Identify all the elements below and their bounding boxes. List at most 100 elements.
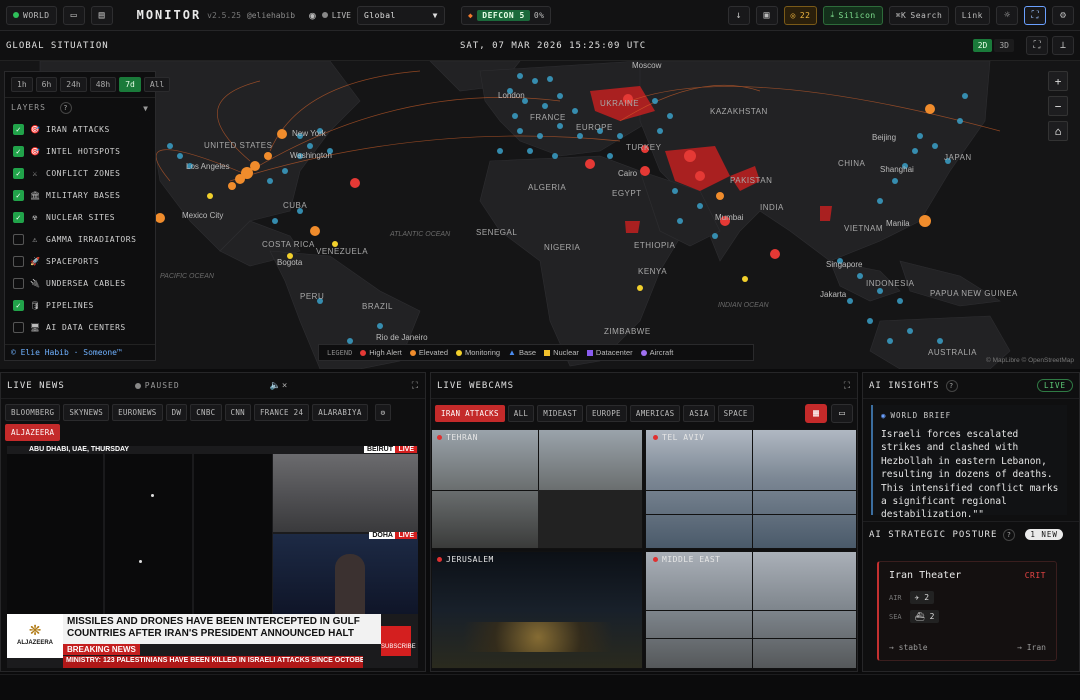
alerts-badge[interactable]: ◎ 22 xyxy=(783,5,818,25)
label-vietnam: VIETNAM xyxy=(844,224,884,233)
channel-tab-skynews[interactable]: SKYNEWS xyxy=(63,404,110,421)
help-icon[interactable]: ? xyxy=(1003,528,1016,541)
label-venezuela: VENEZUELA xyxy=(316,247,369,256)
monitor-icon[interactable]: ▭ xyxy=(62,5,85,25)
defcon-indicator[interactable]: ◆ DEFCON 5 0% xyxy=(460,5,552,25)
layer-toggle-conflict-zones[interactable]: ✓ ⚔ CONFLICT ZONES xyxy=(5,162,155,184)
timeframe-all[interactable]: All xyxy=(143,77,171,92)
chat-icon[interactable]: ▣ xyxy=(755,5,778,25)
timeframe-1h[interactable]: 1h xyxy=(11,77,33,92)
expand-icon[interactable]: ⛶ xyxy=(1026,36,1048,55)
layer-toggle-intel-hotspots[interactable]: ✓ 🎯 INTEL HOTSPOTS xyxy=(5,140,155,162)
webcam-jerusalem[interactable] xyxy=(431,551,643,669)
pin-icon[interactable]: ⊥ xyxy=(1052,36,1074,55)
webcam-filter-all[interactable]: ALL xyxy=(507,405,535,422)
checkbox-icon[interactable] xyxy=(13,321,24,333)
checkbox-icon[interactable]: ✓ xyxy=(13,167,24,179)
top-bar: WORLD ▭ ▤ MONITOR v2.5.25 @eliehabib ◉ L… xyxy=(0,0,1080,31)
layer-toggle-ai-data-centers[interactable]: 🖥 AI DATA CENTERS xyxy=(5,316,155,338)
webcam-tehran[interactable] xyxy=(431,429,643,549)
checkbox-icon[interactable] xyxy=(13,277,24,289)
layer-toggle-gamma-irradiators[interactable]: ⚠ GAMMA IRRADIATORS xyxy=(5,228,155,250)
checkbox-icon[interactable]: ✓ xyxy=(13,123,24,135)
region-select[interactable]: Global ▼ xyxy=(356,5,445,25)
webcam-filter-americas[interactable]: AMERICAS xyxy=(629,405,681,422)
author-handle[interactable]: @eliehabib xyxy=(247,11,295,20)
silicon-button[interactable]: ⤓ Silicon xyxy=(823,5,883,25)
ai-insights-panel: AI INSIGHTS ? LIVE ◉ WORLD BRIEF Israeli … xyxy=(862,372,1080,672)
channel-tab-france-24[interactable]: FRANCE 24 xyxy=(253,404,310,421)
world-tab[interactable]: WORLD xyxy=(6,5,57,25)
help-icon[interactable]: ? xyxy=(59,102,72,114)
webcam-filter-asia[interactable]: ASIA xyxy=(683,405,715,422)
webcam-filter-space[interactable]: SPACE xyxy=(717,405,754,422)
view-3d-button[interactable]: 3D xyxy=(994,39,1014,52)
view-2d-button[interactable]: 2D xyxy=(972,39,993,52)
search-button[interactable]: ⌘K Search xyxy=(888,5,949,25)
subscribe-button[interactable]: SUBSCRIBE xyxy=(381,626,416,656)
layer-toggle-military-bases[interactable]: ✓ 🏛 MILITARY BASES xyxy=(5,184,155,206)
chart-icon[interactable]: ▤ xyxy=(90,5,113,25)
expand-icon[interactable]: ⛶ xyxy=(844,381,851,391)
gear-icon[interactable]: ⚙ xyxy=(1052,5,1074,25)
download-icon[interactable]: ↓ xyxy=(727,5,750,25)
checkbox-icon[interactable] xyxy=(13,233,24,245)
live-dot-icon xyxy=(437,435,442,440)
webcam-filter-mideast[interactable]: MIDEAST xyxy=(537,405,583,422)
link-button[interactable]: Link xyxy=(954,5,990,25)
layer-toggle-nuclear-sites[interactable]: ✓ ☢ NUCLEAR SITES xyxy=(5,206,155,228)
layer-icon: 🎯 xyxy=(30,124,41,134)
channel-tab-aljazeera[interactable]: ALJAZEERA xyxy=(5,424,61,441)
zoom-in-button[interactable]: + xyxy=(1048,71,1068,91)
label-los-angeles: Los Angeles xyxy=(186,162,230,171)
timeframe-24h[interactable]: 24h xyxy=(60,77,87,92)
single-view-icon[interactable]: ▭ xyxy=(831,404,853,423)
grid-view-icon[interactable]: ▦ xyxy=(805,404,827,423)
channel-tab-bloomberg[interactable]: BLOOMBERG xyxy=(5,404,61,421)
checkbox-icon[interactable]: ✓ xyxy=(13,189,24,201)
home-icon[interactable]: ⌂ xyxy=(1048,121,1068,141)
map-header: GLOBAL SITUATION SAT, 07 MAR 2026 15:25:… xyxy=(0,31,1080,61)
news-video[interactable]: ABU DHABI, UAE, THURSDAY BEIRUT LIVE DOH… xyxy=(7,446,418,668)
timeframe-6h[interactable]: 6h xyxy=(35,77,58,92)
webcam-tel-aviv[interactable] xyxy=(645,429,857,549)
region-link[interactable]: → Iran xyxy=(1017,643,1046,652)
map-attribution[interactable]: © MapLibre © OpenStreetMap xyxy=(986,357,1074,364)
help-icon[interactable]: ? xyxy=(945,379,958,392)
timeframe-48h[interactable]: 48h xyxy=(89,77,117,92)
channel-tab-cnbc[interactable]: CNBC xyxy=(190,404,222,421)
layer-toggle-spaceports[interactable]: 🚀 SPACEPORTS xyxy=(5,250,155,272)
channel-tab-dw[interactable]: DW xyxy=(165,404,188,421)
channel-tab-alarabiya[interactable]: ALARABIYA xyxy=(312,404,368,421)
map-canvas xyxy=(39,61,1011,369)
mute-icon[interactable]: 🔈× xyxy=(270,381,289,391)
zoom-out-button[interactable]: − xyxy=(1048,96,1068,116)
world-map[interactable]: Moscow London UKRAINE FRANCE EUROPE KAZA… xyxy=(0,61,1080,369)
layer-toggle-iran-attacks[interactable]: ✓ 🎯 IRAN ATTACKS xyxy=(5,118,155,140)
github-icon[interactable]: ◉ xyxy=(309,9,316,22)
layer-toggle-undersea-cables[interactable]: 🔌 UNDERSEA CABLES xyxy=(5,272,155,294)
checkbox-icon[interactable] xyxy=(13,255,24,267)
webcam-label-tehran: TEHRAN xyxy=(437,433,478,442)
checkbox-icon[interactable]: ✓ xyxy=(13,145,24,157)
channel-tab-cnn[interactable]: CNN xyxy=(224,404,251,421)
layer-toggle-pipelines[interactable]: ✓ 🛢 PIPELINES xyxy=(5,294,155,316)
timeframe-7d[interactable]: 7d xyxy=(119,77,141,92)
expand-icon[interactable]: ⛶ xyxy=(412,381,419,391)
gear-icon[interactable]: ⚙ xyxy=(374,404,392,421)
collapse-icon[interactable]: ▼ xyxy=(143,104,149,113)
layer-label: NUCLEAR SITES xyxy=(46,212,116,222)
layers-footer[interactable]: © Elie Habib · Someone™ xyxy=(5,344,155,360)
webcam-middle-east[interactable] xyxy=(645,551,857,669)
channel-tab-euronews[interactable]: EURONEWS xyxy=(112,404,163,421)
label-indonesia: INDONESIA xyxy=(866,279,915,288)
checkbox-icon[interactable]: ✓ xyxy=(13,211,24,223)
fullscreen-icon[interactable]: ⛶ xyxy=(1024,5,1046,25)
webcam-filter-iran-attacks[interactable]: IRAN ATTACKS xyxy=(435,405,505,422)
sun-icon[interactable]: ☼ xyxy=(996,5,1018,25)
webcam-filter-europe[interactable]: EUROPE xyxy=(585,405,627,422)
theater-card-iran[interactable]: Iran Theater CRIT AIR ✈ 2 SEA ⛴ 2 → stable… xyxy=(877,561,1057,661)
checkbox-icon[interactable]: ✓ xyxy=(13,299,24,311)
legend-square-icon xyxy=(586,349,593,356)
layers-header[interactable]: LAYERS? ▼ xyxy=(5,97,155,118)
